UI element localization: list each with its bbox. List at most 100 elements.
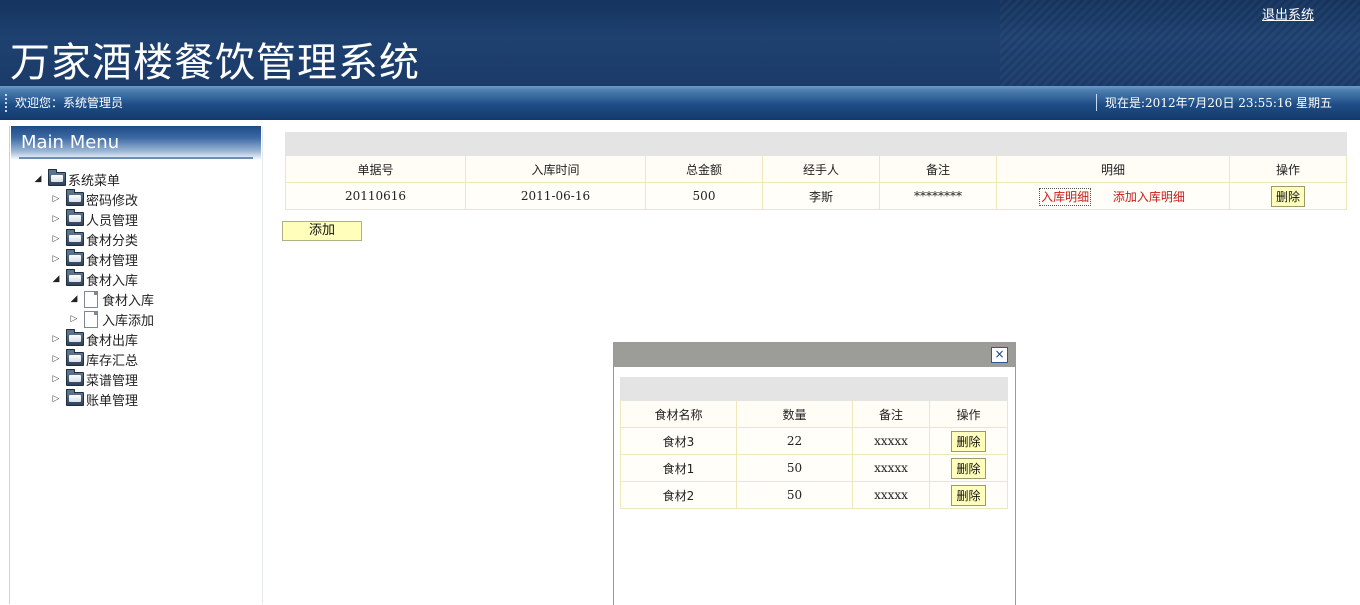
folder-icon [66, 189, 84, 206]
sidebar-item-label: 食材分类 [86, 233, 139, 249]
folder-icon [66, 369, 84, 386]
cell-name: 食材1 [620, 454, 737, 482]
expand-arrow-icon[interactable]: ▷ [50, 194, 62, 204]
cell-id: 20110616 [285, 182, 466, 210]
sidebar-item-ingredients[interactable]: ▷ 食材管理 [50, 249, 139, 269]
sidebar-item-menu[interactable]: ▷ 菜谱管理 [50, 369, 139, 389]
column-header: 明细 [996, 155, 1230, 183]
table-title-band [285, 132, 1347, 156]
welcome-text: 欢迎您：系统管理员 [15, 96, 124, 110]
sidebar-item-inventory[interactable]: ▷ 库存汇总 [50, 349, 139, 369]
sidebar-item-bills[interactable]: ▷ 账单管理 [50, 389, 139, 409]
table-header-row: 单据号 入库时间 总金额 经手人 备注 明细 操作 [285, 155, 1347, 183]
app-title: 万家酒楼餐饮管理系统 [10, 40, 420, 86]
folder-icon [66, 329, 84, 346]
table-row: 食材2 50 xxxxx 删除 [620, 481, 1008, 509]
tree-root-label: 系统菜单 [68, 173, 121, 189]
column-header: 操作 [929, 400, 1008, 428]
folder-icon [66, 209, 84, 226]
sidebar: Main Menu ◢ 系统菜单 ▷ 密码修改 ▷ 人员管理 ▷ 食材分类 ▷ … [9, 126, 263, 604]
delete-button[interactable]: 删除 [951, 484, 986, 506]
table-row: 20110616 2011-06-16 500 李斯 ******** 入库明细… [285, 182, 1347, 210]
expand-arrow-icon[interactable]: ▷ [50, 254, 62, 264]
collapse-arrow-icon[interactable]: ◢ [32, 174, 44, 184]
cell-actions: 删除 [1229, 182, 1347, 210]
table-title-band [620, 377, 1008, 401]
expand-arrow-icon[interactable]: ▷ [68, 314, 80, 324]
expand-arrow-icon[interactable]: ▷ [50, 214, 62, 224]
add-button[interactable]: 添加 [282, 221, 362, 241]
table-row: 食材3 22 xxxxx 删除 [620, 427, 1008, 455]
close-icon[interactable]: × [991, 347, 1008, 363]
delete-button[interactable]: 删除 [951, 430, 986, 452]
cell-name: 食材3 [620, 427, 737, 455]
sidebar-item-category[interactable]: ▷ 食材分类 [50, 229, 139, 249]
menu-divider [19, 157, 253, 159]
cell-name: 食材2 [620, 481, 737, 509]
sidebar-subitem-label: 食材入库 [102, 293, 155, 309]
cell-handler: 李斯 [762, 182, 880, 210]
stock-in-table: 单据号 入库时间 总金额 经手人 备注 明细 操作 20110616 2011-… [285, 132, 1347, 210]
sidebar-item-label: 库存汇总 [86, 353, 139, 369]
sidebar-item-stock-in[interactable]: ◢ 食材入库 [50, 269, 139, 289]
expand-arrow-icon[interactable]: ▷ [50, 394, 62, 404]
cell-note: ******** [879, 182, 997, 210]
collapse-arrow-icon[interactable]: ◢ [68, 294, 80, 304]
sidebar-item-staff[interactable]: ▷ 人员管理 [50, 209, 138, 229]
current-datetime: 现在是:2012年7月20日 23:55:16 星期五 [1096, 94, 1332, 111]
sidebar-item-label: 密码修改 [86, 193, 139, 209]
column-header: 操作 [1229, 155, 1347, 183]
sidebar-subitem-label: 入库添加 [102, 313, 155, 329]
sidebar-item-label: 食材入库 [86, 273, 139, 289]
delete-button[interactable]: 删除 [1270, 185, 1305, 207]
sidebar-subitem-stock-in[interactable]: ◢ 食材入库 [68, 290, 155, 309]
cell-amount: 500 [645, 182, 763, 210]
cell-qty: 50 [736, 454, 853, 482]
detail-dialog: × 食材名称 数量 备注 操作 食材3 22 xxxxx 删除 食材1 50 x… [613, 342, 1016, 605]
expand-arrow-icon[interactable]: ▷ [50, 374, 62, 384]
document-icon [84, 290, 98, 308]
dialog-titlebar[interactable]: × [614, 343, 1015, 367]
sidebar-item-label: 食材管理 [86, 253, 139, 269]
column-header: 备注 [879, 155, 997, 183]
sidebar-item-label: 食材出库 [86, 333, 139, 349]
folder-icon [66, 269, 84, 286]
column-header: 总金额 [645, 155, 763, 183]
table-row: 食材1 50 xxxxx 删除 [620, 454, 1008, 482]
sidebar-item-label: 菜谱管理 [86, 373, 139, 389]
cell-detail: 入库明细 添加入库明细 [996, 182, 1230, 210]
cell-qty: 22 [736, 427, 853, 455]
sidebar-subitem-stock-in-add[interactable]: ▷ 入库添加 [68, 310, 155, 329]
tree-root[interactable]: ◢ 系统菜单 [32, 169, 121, 189]
sidebar-item-password[interactable]: ▷ 密码修改 [50, 189, 139, 209]
cell-date: 2011-06-16 [465, 182, 646, 210]
add-stock-in-detail-link[interactable]: 添加入库明细 [1113, 190, 1185, 204]
folder-icon [66, 249, 84, 266]
collapse-arrow-icon[interactable]: ◢ [50, 274, 62, 284]
column-header: 食材名称 [620, 400, 737, 428]
folder-icon [48, 169, 66, 186]
detail-table: 食材名称 数量 备注 操作 食材3 22 xxxxx 删除 食材1 50 xxx… [620, 377, 1008, 509]
expand-arrow-icon[interactable]: ▷ [50, 334, 62, 344]
status-bar: 欢迎您：系统管理员 现在是:2012年7月20日 23:55:16 星期五 [0, 86, 1360, 120]
expand-arrow-icon[interactable]: ▷ [50, 354, 62, 364]
folder-icon [66, 389, 84, 406]
menu-header: Main Menu [11, 126, 261, 160]
app-header: 万家酒楼餐饮管理系统 [0, 0, 1360, 86]
column-header: 经手人 [762, 155, 880, 183]
sidebar-item-label: 账单管理 [86, 393, 139, 409]
folder-icon [66, 229, 84, 246]
delete-button[interactable]: 删除 [951, 457, 986, 479]
cell-qty: 50 [736, 481, 853, 509]
expand-arrow-icon[interactable]: ▷ [50, 234, 62, 244]
column-header: 入库时间 [465, 155, 646, 183]
column-header: 数量 [736, 400, 853, 428]
stock-in-detail-link[interactable]: 入库明细 [1039, 187, 1092, 206]
logout-link[interactable]: 退出系统 [1262, 4, 1314, 23]
cell-actions: 删除 [929, 454, 1008, 482]
column-header: 单据号 [285, 155, 466, 183]
sidebar-item-stock-out[interactable]: ▷ 食材出库 [50, 329, 139, 349]
table-header-row: 食材名称 数量 备注 操作 [620, 400, 1008, 428]
menu-title: Main Menu [21, 132, 120, 153]
cell-actions: 删除 [929, 481, 1008, 509]
